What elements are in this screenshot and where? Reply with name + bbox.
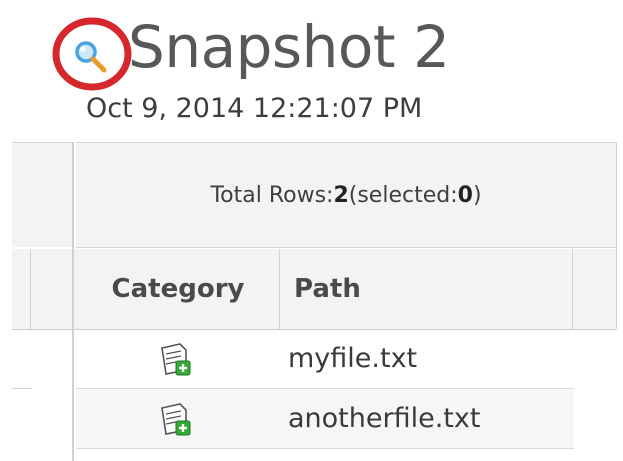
column-header-category[interactable]: Category xyxy=(76,249,280,329)
row-divider xyxy=(76,448,574,449)
row-divider xyxy=(76,388,574,389)
total-rows-label: Total Rows: xyxy=(210,182,334,208)
frozen-column-divider[interactable] xyxy=(72,142,74,461)
snapshot-timestamp: Oct 9, 2014 12:21:07 PM xyxy=(86,93,423,124)
frozen-row-divider xyxy=(12,388,32,389)
magnifier-icon[interactable] xyxy=(50,14,136,94)
grid-right-border xyxy=(616,142,617,329)
add-file-icon xyxy=(161,403,191,436)
column-divider xyxy=(572,249,573,329)
total-rows-count: 2 xyxy=(333,182,349,208)
column-divider xyxy=(30,249,31,329)
zoom-button[interactable] xyxy=(50,14,136,94)
frozen-column-header xyxy=(12,142,72,247)
add-file-icon xyxy=(161,343,191,376)
table-row[interactable]: myfile.txt xyxy=(76,330,574,388)
selected-count: 0 xyxy=(457,182,473,208)
table-row[interactable]: anotherfile.txt xyxy=(76,390,574,448)
total-rows-summary: Total Rows: 2 (selected: 0) xyxy=(76,142,616,248)
path-cell: myfile.txt xyxy=(288,343,418,374)
page-title: Snapshot 2 xyxy=(128,13,450,81)
column-header-path[interactable]: Path xyxy=(294,249,574,329)
snapshot-page: Snapshot 2 Oct 9, 2014 12:21:07 PM Total… xyxy=(0,0,623,461)
path-cell: anotherfile.txt xyxy=(288,403,481,434)
column-divider xyxy=(279,249,280,329)
selected-label: (selected: xyxy=(348,182,458,208)
summary-close-paren: ) xyxy=(472,182,482,208)
